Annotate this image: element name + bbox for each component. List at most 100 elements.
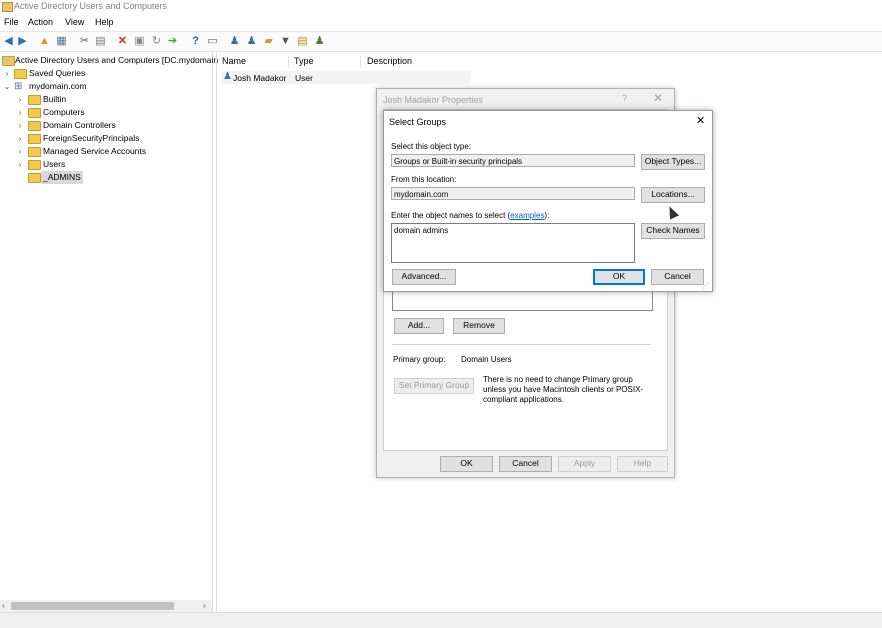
horizontal-scrollbar[interactable]: ‹ ›: [0, 600, 212, 612]
divider: [392, 344, 651, 345]
properties-apply-button[interactable]: Apply: [558, 456, 611, 472]
tree-root-label: Active Directory Users and Computers [DC…: [15, 55, 219, 65]
status-bar: [0, 612, 882, 628]
primary-group-value: Domain Users: [461, 355, 512, 364]
tree-item-label: ForeignSecurityPrincipals: [43, 133, 140, 143]
new-user-icon[interactable]: ♟: [228, 35, 241, 48]
user-icon: ♟: [223, 71, 232, 82]
help-icon[interactable]: ?: [622, 93, 627, 103]
expand-icon[interactable]: ›: [16, 158, 24, 171]
set-primary-group-button[interactable]: Set Primary Group: [394, 378, 474, 394]
filter-icon[interactable]: ▼: [279, 35, 292, 48]
ok-button[interactable]: OK: [593, 269, 645, 285]
folder-icon: [28, 108, 41, 118]
folder-icon: [28, 147, 41, 157]
close-icon[interactable]: ✕: [653, 91, 663, 105]
table-row[interactable]: ♟ Josh Madakor User: [221, 71, 471, 84]
folder-icon: [14, 69, 27, 79]
object-type-label: Select this object type:: [391, 142, 472, 151]
console-root-icon: [2, 56, 15, 66]
add-to-group-icon[interactable]: ♟: [313, 35, 326, 48]
object-types-button[interactable]: Object Types...: [641, 154, 705, 170]
delete-icon[interactable]: ✕: [116, 35, 129, 48]
folder-icon: [28, 134, 41, 144]
menu-view[interactable]: View: [65, 17, 84, 27]
show-hide-tree-icon[interactable]: ▦: [55, 35, 68, 48]
object-names-label-end: ):: [544, 211, 550, 220]
export-icon[interactable]: ➔: [166, 35, 179, 48]
check-names-button[interactable]: Check Names: [641, 223, 705, 239]
collapse-icon[interactable]: ⌄: [3, 80, 11, 93]
tree-item-label: Saved Queries: [29, 68, 86, 78]
object-names-label: Enter the object names to select (exampl…: [391, 211, 549, 220]
expand-icon[interactable]: ›: [16, 145, 24, 158]
cut-icon[interactable]: ✂: [78, 35, 91, 48]
tree-item-label: Managed Service Accounts: [43, 146, 147, 156]
select-groups-dialog: Select Groups ✕ Select this object type:…: [383, 110, 713, 292]
back-icon[interactable]: ◀: [2, 35, 15, 48]
menu-file[interactable]: File: [4, 17, 19, 27]
advanced-button[interactable]: Advanced...: [392, 269, 456, 285]
remove-button[interactable]: Remove: [453, 318, 505, 334]
close-icon[interactable]: ✕: [696, 114, 705, 127]
help-icon[interactable]: ?: [189, 35, 202, 48]
resize-grip-icon[interactable]: ⋰: [702, 282, 709, 290]
ou-icon: [28, 173, 41, 183]
folder-icon: [28, 160, 41, 170]
ou-icon: [28, 121, 41, 131]
expand-icon[interactable]: ›: [16, 119, 24, 132]
primary-group-label: Primary group:: [393, 355, 446, 364]
properties-dialog-title: Josh Madakor Properties: [383, 95, 484, 105]
properties-help-button[interactable]: Help: [617, 456, 668, 472]
title-bar: Active Directory Users and Computers: [0, 0, 882, 14]
toolbar: ◀ ▶ ▲ ▦ ✂ ▤ ✕ ▣ ↻ ➔ ? ▭ ♟ ♟ ▰ ▼ ▤ ♟: [0, 31, 882, 52]
copy-icon[interactable]: ▤: [94, 35, 107, 48]
new-ou-icon[interactable]: ▰: [262, 35, 275, 48]
menu-action[interactable]: Action: [28, 17, 53, 27]
object-names-input[interactable]: domain admins: [391, 223, 635, 263]
tree-item-label: Domain Controllers: [43, 120, 116, 130]
tree-item-label: Computers: [43, 107, 85, 117]
new-group-icon[interactable]: ♟: [245, 35, 258, 48]
object-names-label-text: Enter the object names to select (: [391, 211, 511, 220]
tree-pane: Active Directory Users and Computers [DC…: [0, 52, 218, 612]
tree-item-label: mydomain.com: [29, 81, 87, 91]
column-header-description[interactable]: Description: [367, 56, 467, 68]
tree-item-label: _ADMINS: [41, 171, 83, 184]
tree-item-label: Builtin: [43, 94, 67, 104]
object-type-field: Groups or Built-in security principals: [391, 154, 635, 167]
row-name: Josh Madakor: [233, 73, 287, 83]
member-of-list[interactable]: [392, 290, 653, 311]
location-label: From this location:: [391, 175, 457, 184]
select-groups-title: Select Groups: [389, 117, 447, 127]
forward-icon[interactable]: ▶: [16, 35, 29, 48]
row-type: User: [295, 73, 313, 83]
cancel-button[interactable]: Cancel: [651, 269, 704, 285]
column-header-type[interactable]: Type: [294, 56, 361, 68]
column-header-name[interactable]: Name: [222, 56, 289, 68]
examples-link[interactable]: examples: [510, 211, 544, 220]
domain-icon: ⊞: [14, 81, 23, 92]
scroll-right-icon[interactable]: ›: [203, 601, 206, 610]
refresh-icon[interactable]: ↻: [150, 35, 163, 48]
location-field: mydomain.com: [391, 187, 635, 200]
window-title: Active Directory Users and Computers: [14, 1, 168, 11]
app-icon: [2, 2, 13, 12]
up-icon[interactable]: ▲: [38, 35, 51, 48]
expand-icon[interactable]: ›: [16, 106, 24, 119]
tree-item-label: Users: [43, 159, 66, 169]
add-button[interactable]: Add...: [394, 318, 444, 334]
console-icon[interactable]: ▭: [206, 35, 219, 48]
properties-cancel-button[interactable]: Cancel: [499, 456, 552, 472]
find-icon[interactable]: ▤: [296, 35, 309, 48]
properties-ok-button[interactable]: OK: [440, 456, 493, 472]
primary-group-note: There is no need to change Primary group…: [483, 375, 644, 404]
expand-icon[interactable]: ›: [16, 93, 24, 106]
expand-icon[interactable]: ›: [3, 67, 11, 80]
expand-icon[interactable]: ›: [16, 132, 24, 145]
scroll-left-icon[interactable]: ‹: [2, 601, 5, 610]
properties-icon[interactable]: ▣: [133, 35, 146, 48]
menu-help[interactable]: Help: [95, 17, 114, 27]
scrollbar-thumb[interactable]: [11, 602, 174, 610]
locations-button[interactable]: Locations...: [641, 187, 705, 203]
